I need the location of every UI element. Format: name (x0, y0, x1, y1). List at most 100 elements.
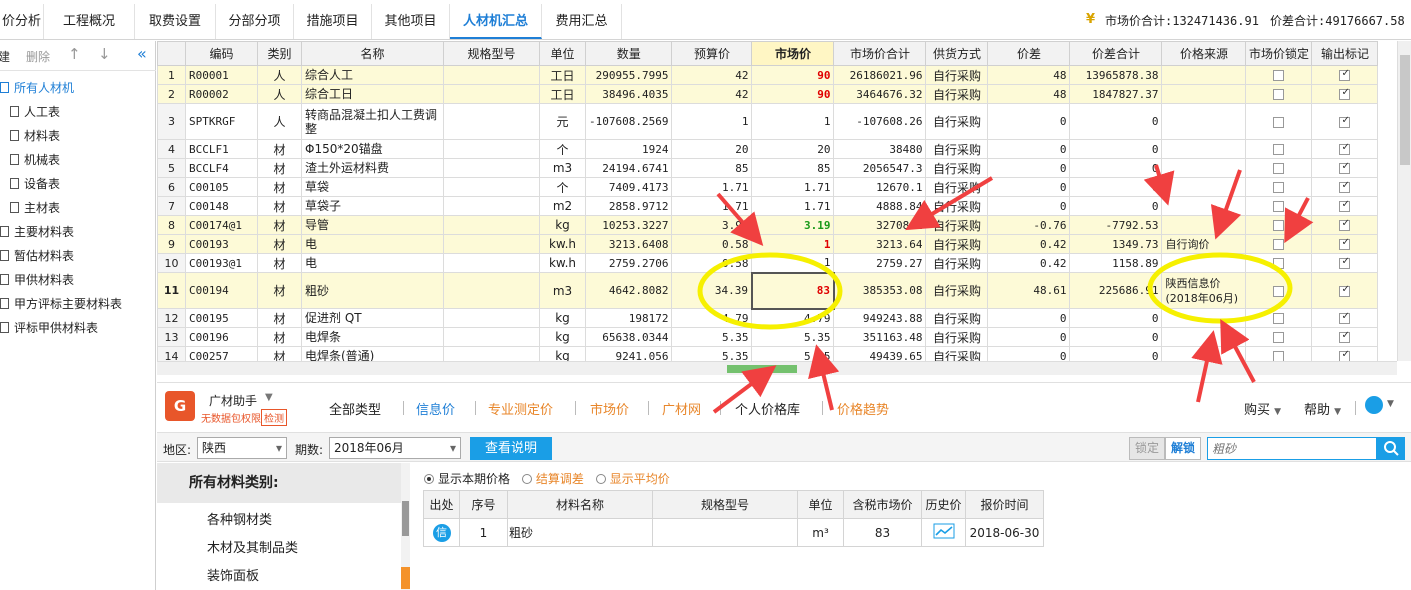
delete-button[interactable]: 删除 (26, 48, 50, 65)
cell-row-number[interactable]: 6 (157, 177, 186, 197)
tree-item-owner-supplied[interactable]: 甲供材料表 (0, 269, 74, 291)
cell-budget-price[interactable]: 1 (671, 103, 753, 140)
cell-quantity[interactable]: 2858.9712 (584, 196, 673, 216)
cell-market-lock[interactable] (1245, 253, 1313, 273)
cell-unit[interactable]: m3 (539, 158, 586, 178)
tab-divisional-items[interactable]: 分部分项 (216, 4, 294, 39)
cell-output-mark[interactable] (1311, 327, 1379, 347)
cell-diff-total[interactable]: 1349.73 (1069, 234, 1163, 254)
tab-market-price[interactable]: 市场价 (590, 399, 629, 418)
cell-price-diff[interactable]: 0 (987, 346, 1071, 361)
cell-code[interactable]: C00196 (185, 327, 258, 347)
cell-spec[interactable] (443, 103, 540, 140)
cell-output-mark[interactable] (1311, 272, 1379, 309)
cell-price-diff[interactable]: 0.42 (987, 253, 1071, 273)
market-lock-checkbox[interactable] (1273, 313, 1285, 324)
cell-supply-mode[interactable]: 自行采购 (925, 346, 989, 361)
info-cell-seq[interactable]: 1 (459, 518, 508, 547)
cell-price-diff[interactable]: 48 (987, 65, 1071, 85)
cell-quantity[interactable]: 198172 (584, 308, 673, 328)
buy-menu[interactable]: 购买 ▼ (1244, 399, 1281, 418)
cell-price-source[interactable] (1161, 327, 1247, 347)
tab-fee-settings[interactable]: 取费设置 (135, 4, 216, 39)
col-header-supply-mode[interactable]: 供货方式 (925, 41, 989, 66)
cell-unit[interactable]: kg (539, 215, 586, 235)
cell-spec[interactable] (443, 346, 540, 361)
cell-price-source[interactable] (1161, 215, 1247, 235)
cell-output-mark[interactable] (1311, 234, 1379, 254)
cell-code[interactable]: C00257 (185, 346, 258, 361)
cell-price-source[interactable] (1161, 308, 1247, 328)
search-button[interactable] (1377, 437, 1405, 460)
cell-market-price[interactable]: 4.79 (751, 308, 835, 328)
cell-spec[interactable] (443, 84, 540, 104)
info-col-spec[interactable]: 规格型号 (652, 490, 798, 519)
cell-budget-price[interactable]: 20 (671, 139, 753, 159)
cell-diff-total[interactable]: 0 (1069, 196, 1163, 216)
cell-price-source[interactable] (1161, 139, 1247, 159)
cell-code[interactable]: C00193@1 (185, 253, 258, 273)
lock-button[interactable]: 锁定 (1129, 437, 1165, 460)
table-row[interactable]: 7 C00148 材草袋子 m2 2858.9712 1.71 1.71 4888.84 自行采… (157, 196, 1379, 216)
cell-unit[interactable]: 个 (539, 139, 586, 159)
cell-spec[interactable] (443, 139, 540, 159)
cell-output-mark[interactable] (1311, 196, 1379, 216)
cell-name[interactable]: Φ150*20锚盘 (301, 139, 444, 159)
cell-supply-mode[interactable]: 自行采购 (925, 84, 989, 104)
output-mark-checkbox[interactable] (1339, 115, 1351, 128)
build-button[interactable]: 建 (0, 48, 10, 65)
chevron-down-icon[interactable]: ▼ (265, 392, 273, 403)
cell-budget-price[interactable]: 1.71 (671, 196, 753, 216)
cell-spec[interactable] (443, 234, 540, 254)
cell-price-source[interactable] (1161, 177, 1247, 197)
col-header-market-total[interactable]: 市场价合计 (833, 41, 927, 66)
cell-row-number[interactable]: 9 (157, 234, 186, 254)
info-cell-material-name[interactable]: 粗砂 (507, 518, 653, 547)
tree-item-machine[interactable]: 机械表 (10, 149, 60, 171)
col-header-diff-total[interactable]: 价差合计 (1069, 41, 1163, 66)
category-item[interactable]: 装饰面板 (207, 565, 259, 584)
market-lock-checkbox[interactable] (1273, 332, 1285, 343)
cell-diff-total[interactable]: 0 (1069, 177, 1163, 197)
cell-spec[interactable] (443, 177, 540, 197)
cell-output-mark[interactable] (1311, 308, 1379, 328)
cell-price-diff[interactable]: 0 (987, 177, 1071, 197)
market-lock-checkbox[interactable] (1273, 258, 1285, 269)
cell-name[interactable]: 电 (301, 253, 444, 273)
cell-budget-price[interactable]: 5.35 (671, 346, 753, 361)
col-header-price-diff[interactable]: 价差 (987, 41, 1071, 66)
col-header-market-lock[interactable]: 市场价锁定 (1245, 41, 1313, 66)
cell-row-number[interactable]: 3 (157, 103, 186, 140)
tree-item-owner-bid-key[interactable]: 甲方评标主要材料表 (0, 293, 122, 315)
cell-unit[interactable]: kg (539, 346, 586, 361)
cell-category[interactable]: 材 (257, 158, 302, 178)
cell-category[interactable]: 人 (257, 103, 302, 140)
output-mark-checkbox[interactable] (1339, 180, 1351, 193)
cell-diff-total[interactable]: 0 (1069, 103, 1163, 140)
cell-unit[interactable]: kw.h (539, 253, 586, 273)
cell-output-mark[interactable] (1311, 65, 1379, 85)
table-row[interactable]: 5 BCCLF4 材渣土外运材料费 m3 24194.6741 85 85 2056547.3… (157, 158, 1379, 178)
cell-quantity[interactable]: 9241.056 (584, 346, 673, 361)
cell-market-lock[interactable] (1245, 139, 1313, 159)
tree-item-estimated-materials[interactable]: 暂估材料表 (0, 245, 74, 267)
cell-market-lock[interactable] (1245, 84, 1313, 104)
cell-name[interactable]: 综合人工 (301, 65, 444, 85)
cell-diff-total[interactable]: 0 (1069, 308, 1163, 328)
cell-budget-price[interactable]: 0.58 (671, 253, 753, 273)
output-mark-checkbox[interactable] (1339, 311, 1351, 324)
cell-diff-total[interactable]: 1158.89 (1069, 253, 1163, 273)
cell-unit[interactable]: 元 (539, 103, 586, 140)
cell-spec[interactable] (443, 327, 540, 347)
cell-row-number[interactable]: 12 (157, 308, 186, 328)
cell-row-number[interactable]: 5 (157, 158, 186, 178)
scroll-thumb[interactable] (402, 501, 409, 536)
cell-spec[interactable] (443, 65, 540, 85)
cell-market-lock[interactable] (1245, 234, 1313, 254)
cell-market-total[interactable]: 4888.84 (833, 196, 927, 216)
cell-output-mark[interactable] (1311, 84, 1379, 104)
cell-name[interactable]: 电焊条 (301, 327, 444, 347)
table-row[interactable]: 8 C00174@1 材导管 kg 10253.3227 3.95 3.19 32708.1 自… (157, 215, 1379, 235)
cell-code[interactable]: C00193 (185, 234, 258, 254)
cell-code[interactable]: BCCLF1 (185, 139, 258, 159)
